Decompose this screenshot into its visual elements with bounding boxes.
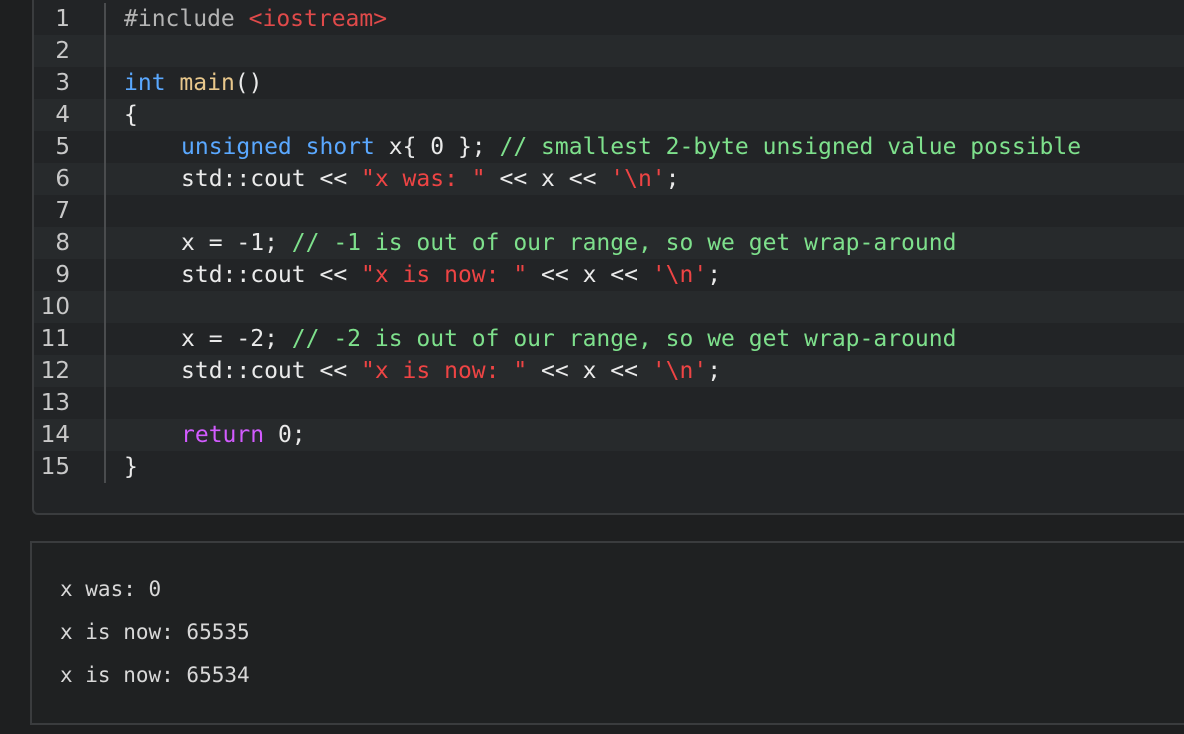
- code-token: std::cout <<: [181, 262, 362, 288]
- line-number: 12: [40, 358, 70, 384]
- line-number: 7: [55, 198, 70, 224]
- line-code: int main(): [124, 70, 263, 96]
- line-code: return 0;: [124, 422, 306, 448]
- code-line[interactable]: 7: [34, 195, 1184, 227]
- line-number: 4: [55, 102, 70, 128]
- line-code: unsigned short x{ 0 }; // smallest 2-byt…: [124, 134, 1081, 160]
- line-number: 8: [55, 230, 70, 256]
- line-code: x = -2; // -2 is out of our range, so we…: [124, 326, 956, 352]
- code-line[interactable]: 12 std::cout << "x is now: " << x << '\n'…: [34, 355, 1184, 387]
- code-token: <iostream>: [248, 6, 388, 32]
- code-token: #include: [124, 6, 249, 32]
- code-token: std::cout <<: [181, 166, 362, 192]
- line-number: 11: [40, 326, 70, 352]
- code-token: '\n': [651, 262, 708, 288]
- line-code: x = -1; // -1 is out of our range, so we…: [124, 230, 956, 256]
- line-number: 2: [55, 38, 70, 64]
- code-token: return: [181, 422, 265, 448]
- line-code: std::cout << "x was: " << x << '\n';: [124, 166, 680, 192]
- code-token: {: [124, 102, 138, 128]
- line-number: 14: [40, 422, 70, 448]
- code-token: ;: [707, 358, 722, 384]
- code-line[interactable]: 5 unsigned short x{ 0 }; // smallest 2-by…: [34, 131, 1184, 163]
- output-line: x is now: 65535: [60, 620, 250, 644]
- code-line[interactable]: 2: [34, 35, 1184, 67]
- code-line[interactable]: 11 x = -2; // -2 is out of our range, so …: [34, 323, 1184, 355]
- code-line[interactable]: 14 return 0;: [34, 419, 1184, 451]
- code-token: x = -2;: [181, 326, 292, 352]
- code-line[interactable]: 3 int main(): [34, 67, 1184, 99]
- line-number: 5: [55, 134, 70, 160]
- code-token: 0;: [264, 422, 306, 448]
- code-line[interactable]: 10: [34, 291, 1184, 323]
- code-token: // -1 is out of our range, so we get wra…: [291, 230, 957, 256]
- code-line[interactable]: 9 std::cout << "x is now: " << x << '\n';: [34, 259, 1184, 291]
- code-token: '\n': [610, 166, 666, 192]
- output-console: x was: 0 x is now: 65535 x is now: 65534: [30, 541, 1184, 725]
- line-number-gutter-divider: [104, 3, 106, 483]
- output-line: x was: 0: [60, 577, 162, 601]
- line-code: #include <iostream>: [124, 6, 387, 32]
- code-token: // -2 is out of our range, so we get wra…: [291, 326, 957, 352]
- code-token: main: [179, 70, 235, 96]
- code-token: // smallest 2-byte unsigned value possib…: [499, 134, 1082, 160]
- code-token: x{ 0 };: [374, 134, 500, 160]
- code-token: (): [234, 70, 263, 96]
- line-code: std::cout << "x is now: " << x << '\n';: [124, 262, 721, 288]
- line-number: 6: [55, 166, 70, 192]
- code-line[interactable]: 4{: [34, 99, 1184, 131]
- code-token: "x is now: ": [361, 262, 528, 288]
- code-token: unsigned short: [181, 134, 375, 160]
- code-line[interactable]: 6 std::cout << "x was: " << x << '\n';: [34, 163, 1184, 195]
- line-number: 9: [55, 262, 70, 288]
- line-code: {: [124, 102, 138, 128]
- code-token: '\n': [651, 358, 708, 384]
- code-line[interactable]: 1 #include <iostream>: [34, 3, 1184, 35]
- code-token: "x was: ": [361, 166, 486, 192]
- code-token: << x <<: [527, 358, 652, 384]
- line-number: 3: [55, 70, 70, 96]
- code-line[interactable]: 8 x = -1; // -1 is out of our range, so w…: [34, 227, 1184, 259]
- code-lines: 1 #include <iostream> 2 3 int main() 4{5 unsig…: [34, 3, 1184, 483]
- code-token: "x is now: ": [361, 358, 528, 384]
- code-token: ;: [707, 262, 722, 288]
- code-token: << x <<: [527, 262, 652, 288]
- line-number: 10: [40, 294, 70, 320]
- line-number: 13: [40, 390, 70, 416]
- code-line[interactable]: 13: [34, 387, 1184, 419]
- line-number: 15: [40, 454, 70, 480]
- code-token: x = -1;: [181, 230, 292, 256]
- line-number: 1: [55, 6, 70, 32]
- code-token: }: [124, 454, 138, 480]
- code-token: << x <<: [485, 166, 611, 192]
- code-token: int: [124, 70, 166, 96]
- code-editor[interactable]: 1 #include <iostream> 2 3 int main() 4{5 unsig…: [32, 0, 1184, 515]
- code-line[interactable]: 15}: [34, 451, 1184, 483]
- code-token: std::cout <<: [181, 358, 362, 384]
- line-code: std::cout << "x is now: " << x << '\n';: [124, 358, 721, 384]
- output-line: x is now: 65534: [60, 663, 250, 687]
- line-code: }: [124, 454, 138, 480]
- code-token: ;: [665, 166, 680, 192]
